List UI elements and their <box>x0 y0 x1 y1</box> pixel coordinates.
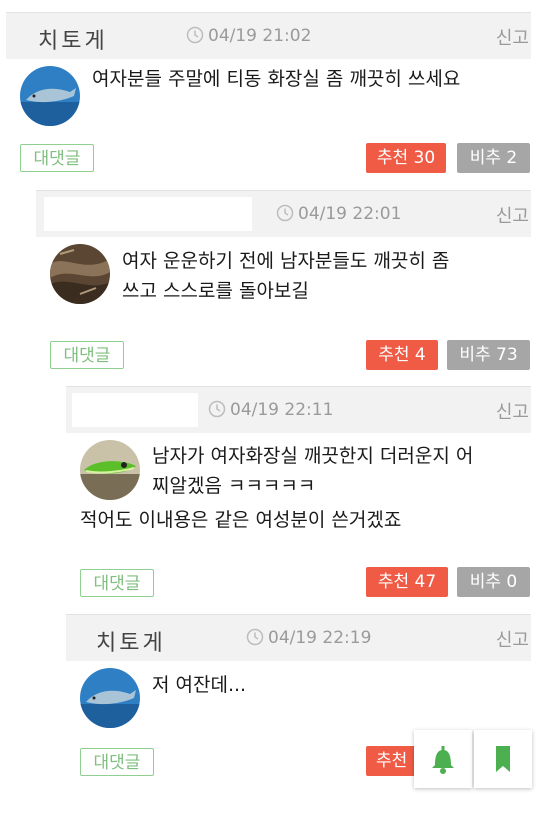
comment-text-continued: 적어도 이내용은 같은 여성분이 쓴거겠죠 <box>80 505 401 535</box>
timestamp: 04/19 22:11 <box>208 400 333 420</box>
nickname[interactable]: 치토게 <box>96 625 166 657</box>
upvote-button[interactable]: 추천 47 <box>366 567 448 597</box>
nickname[interactable]: 치토게 <box>38 23 108 55</box>
upvote-button[interactable]: 추천 4 <box>366 340 438 370</box>
clock-icon <box>276 204 294 222</box>
bookmark-fab[interactable] <box>474 730 532 788</box>
bookmark-icon <box>496 746 510 772</box>
avatar[interactable] <box>20 66 80 126</box>
timestamp: 04/19 22:19 <box>246 628 371 648</box>
comment-line: 남자가 여자화장실 깨끗한지 더러운지 어 <box>152 445 474 467</box>
avatar[interactable] <box>80 668 140 728</box>
comment-header: 04/19 22:01 신고 <box>36 190 531 237</box>
comment-line: 여자 운운하기 전에 남자분들도 깨끗히 좀 <box>122 250 450 272</box>
comment-line: 찌알겠음 ㅋㅋㅋㅋㅋ <box>152 475 316 497</box>
reply-button[interactable]: 대댓글 <box>20 144 94 172</box>
upvote-button[interactable]: 추천 30 <box>366 143 446 173</box>
avatar[interactable] <box>50 244 110 304</box>
report-link[interactable]: 신고 <box>496 398 529 424</box>
nickname-box <box>72 393 198 427</box>
nickname-box <box>44 197 252 231</box>
timestamp-text: 04/19 22:19 <box>268 628 372 648</box>
comment-text: 여자 운운하기 전에 남자분들도 깨끗히 좀 쓰고 스스로를 돌아보길 <box>122 246 449 306</box>
notification-fab[interactable] <box>414 730 472 788</box>
comment-text: 저 여잔데... <box>152 670 246 700</box>
comment-text: 남자가 여자화장실 깨끗한지 더러운지 어 찌알겠음 ㅋㅋㅋㅋㅋ <box>152 441 473 501</box>
report-link[interactable]: 신고 <box>496 202 529 228</box>
timestamp-text: 04/19 22:11 <box>230 400 334 420</box>
reply-button[interactable]: 대댓글 <box>80 748 154 776</box>
comment-line: 쓰고 스스로를 돌아보길 <box>122 280 309 302</box>
clock-icon <box>246 628 264 646</box>
clock-icon <box>186 26 204 44</box>
timestamp-text: 04/19 22:01 <box>298 204 402 224</box>
report-link[interactable]: 신고 <box>496 626 529 652</box>
comment-header: 치토게 04/19 21:02 신고 <box>6 12 531 59</box>
downvote-button[interactable]: 비추 0 <box>457 567 530 597</box>
timestamp: 04/19 21:02 <box>186 26 311 46</box>
bell-icon <box>432 746 454 774</box>
downvote-button[interactable]: 비추 2 <box>457 143 530 173</box>
report-link[interactable]: 신고 <box>496 24 529 50</box>
clock-icon <box>208 400 226 418</box>
comment-header: 치토게 04/19 22:19 신고 <box>66 614 531 661</box>
avatar[interactable] <box>80 440 140 500</box>
comment-line: 적어도 이내용은 같은 여성분이 쓴거겠죠 <box>80 509 402 531</box>
comment-line: 저 여잔데... <box>152 674 247 696</box>
reply-button[interactable]: 대댓글 <box>80 569 154 597</box>
comment-header: 04/19 22:11 신고 <box>66 386 531 433</box>
timestamp-text: 04/19 21:02 <box>208 26 312 46</box>
comment-text: 여자분들 주말에 티동 화장실 좀 깨끗히 쓰세요 <box>92 64 460 94</box>
comment-line: 여자분들 주말에 티동 화장실 좀 깨끗히 쓰세요 <box>92 68 461 90</box>
downvote-button[interactable]: 비추 73 <box>447 340 530 370</box>
timestamp: 04/19 22:01 <box>276 204 401 224</box>
reply-button[interactable]: 대댓글 <box>50 341 124 369</box>
